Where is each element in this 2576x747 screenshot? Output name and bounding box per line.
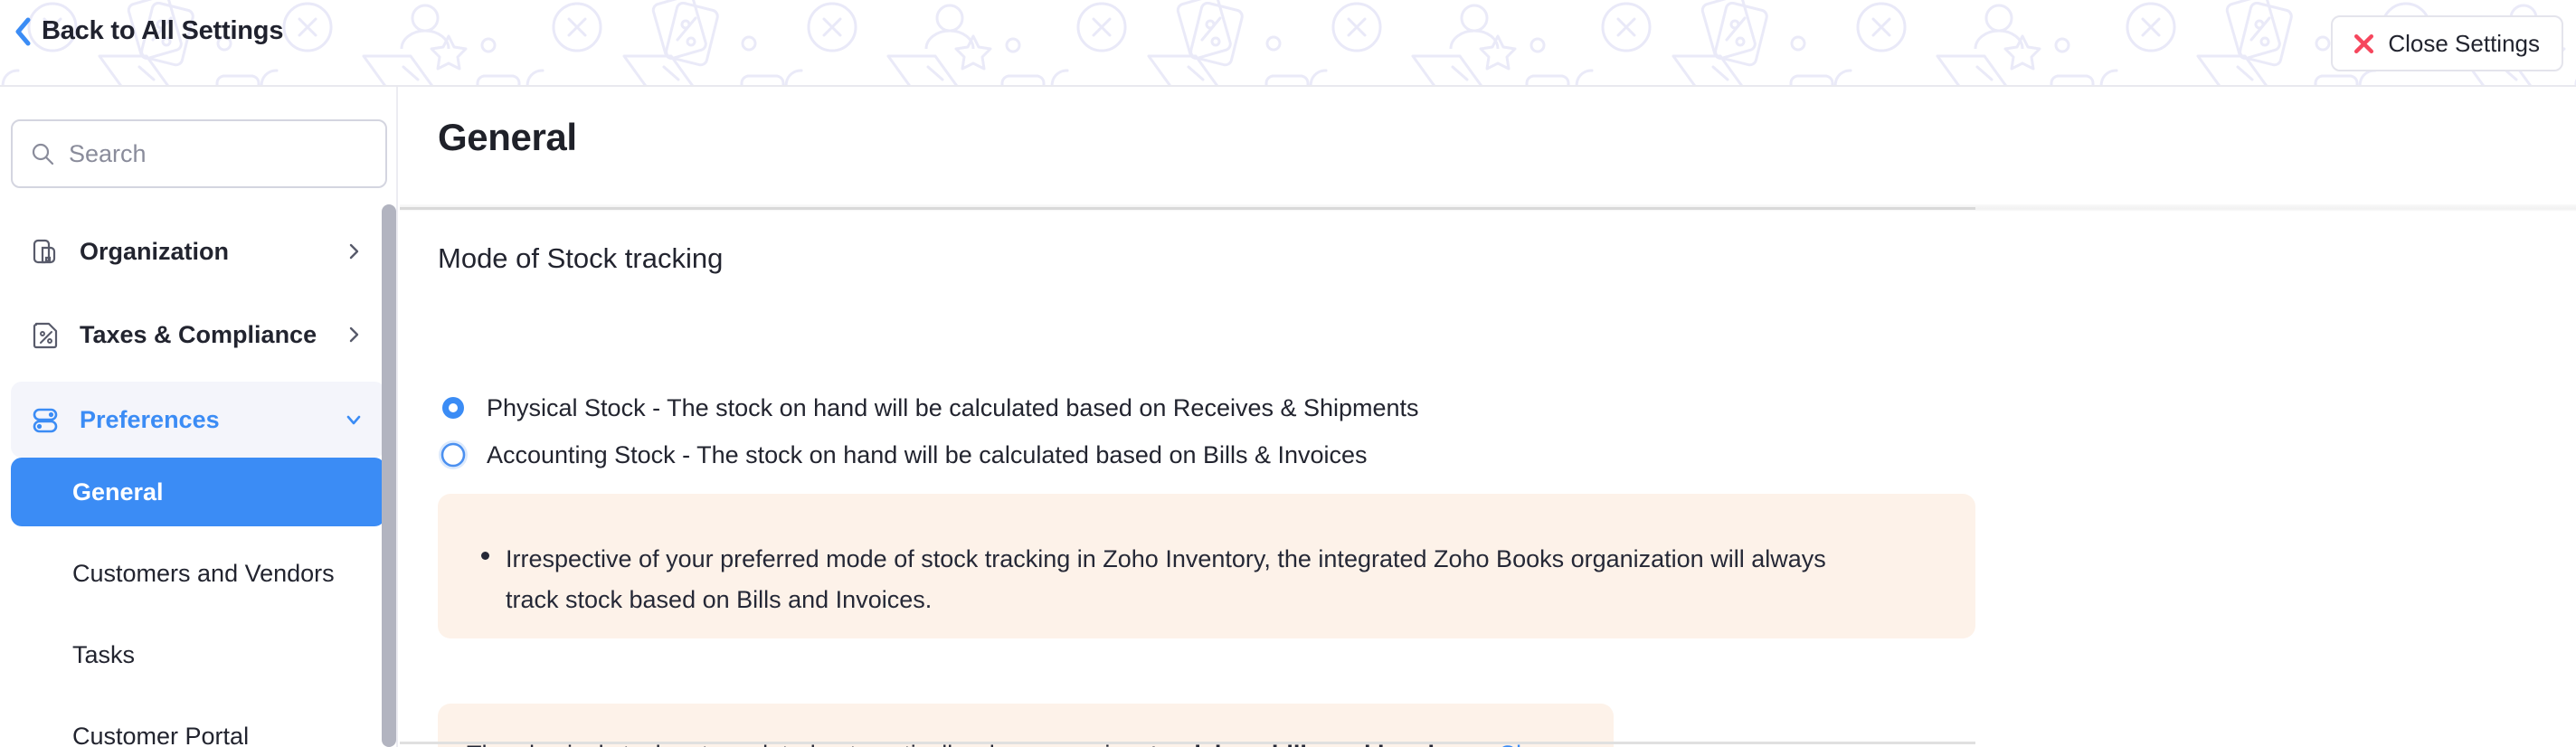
organization-icon	[33, 239, 56, 264]
sidebar-item-customer-portal-label: Customer Portal	[72, 722, 250, 747]
search-icon	[32, 143, 54, 165]
close-x-icon	[2354, 33, 2374, 53]
settings-main-content: General Mode of Stock tracking Physical …	[400, 87, 2576, 747]
section-title-mode-of-stock-tracking: Mode of Stock tracking	[438, 242, 724, 274]
settings-sidebar: Organization Taxes & Compliance	[0, 87, 398, 747]
header-watermark-pattern	[0, 0, 2576, 85]
sidebar-scrollbar-thumb[interactable]	[382, 204, 396, 747]
notice-physical-stock-update: The physical stock gets updated automati…	[438, 704, 1614, 747]
radio-selected-icon[interactable]	[438, 392, 469, 423]
radio-option-accounting-stock[interactable]: Accounting Stock - The stock on hand wil…	[438, 440, 1368, 470]
sidebar-item-organization-label: Organization	[80, 237, 230, 265]
sidebar-item-organization[interactable]: Organization	[11, 213, 385, 289]
settings-header: Back to All Settings Close Settings	[0, 0, 2576, 87]
notice-books-integration: Irrespective of your preferred mode of s…	[438, 494, 1975, 638]
sidebar-item-preferences-label: Preferences	[80, 405, 220, 433]
radio-option-physical-stock[interactable]: Physical Stock - The stock on hand will …	[438, 392, 1419, 423]
sidebar-item-customers-and-vendors[interactable]: Customers and Vendors	[11, 539, 385, 608]
sidebar-item-preferences[interactable]: Preferences	[11, 382, 385, 458]
close-settings-button[interactable]: Close Settings	[2331, 15, 2563, 71]
radio-unselected-icon[interactable]	[438, 440, 469, 470]
radio-option-accounting-stock-label: Accounting Stock - The stock on hand wil…	[487, 440, 1368, 468]
sidebar-nav: Organization Taxes & Compliance Preferen…	[0, 204, 396, 747]
chevron-right-icon	[349, 326, 359, 343]
search-input[interactable]	[69, 139, 367, 168]
sidebar-item-general-label: General	[72, 478, 164, 506]
sidebar-item-general[interactable]: General	[11, 458, 385, 526]
notice-bullet-item: Irrespective of your preferred mode of s…	[481, 539, 1928, 620]
chevron-down-icon	[346, 415, 361, 425]
close-settings-label: Close Settings	[2388, 29, 2540, 57]
chevron-right-icon	[349, 243, 359, 260]
sidebar-item-tasks[interactable]: Tasks	[11, 620, 385, 689]
section-bottom-divider	[400, 742, 1975, 744]
back-to-all-settings-button[interactable]: Back to All Settings	[13, 16, 283, 46]
sidebar-item-customer-portal[interactable]: Customer Portal	[11, 702, 385, 747]
bullet-dot-icon	[481, 552, 489, 560]
page-title: General	[438, 116, 577, 158]
chevron-left-icon	[15, 17, 31, 45]
sidebar-item-customers-and-vendors-label: Customers and Vendors	[72, 559, 335, 587]
notice-physical-stock-line: The physical stock gets updated automati…	[467, 704, 1584, 747]
search-box[interactable]	[11, 119, 387, 188]
title-divider	[400, 207, 1975, 210]
notice-bullet-text: Irrespective of your preferred mode of s…	[506, 545, 1826, 613]
sidebar-item-taxes-compliance[interactable]: Taxes & Compliance	[11, 297, 385, 373]
tax-percent-icon	[33, 322, 58, 349]
sidebar-scrollbar[interactable]	[382, 204, 396, 747]
sidebar-item-tasks-label: Tasks	[72, 640, 136, 668]
back-to-all-settings-label: Back to All Settings	[42, 16, 284, 45]
toggles-icon	[33, 408, 58, 433]
radio-option-physical-stock-label: Physical Stock - The stock on hand will …	[487, 393, 1419, 421]
sidebar-item-taxes-compliance-label: Taxes & Compliance	[80, 320, 317, 348]
